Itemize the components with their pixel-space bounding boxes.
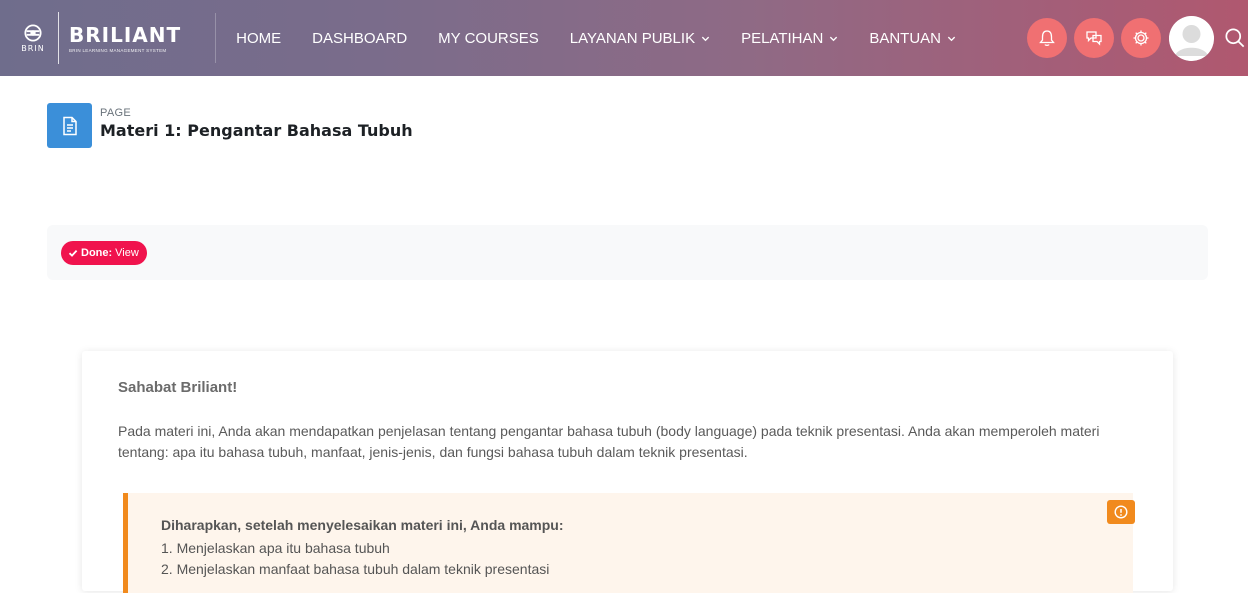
brand-divider — [58, 12, 59, 64]
brin-logo-text: BRIN — [21, 43, 45, 53]
content-greeting: Sahabat Briliant! — [118, 379, 238, 396]
completion-badge: Done: View — [61, 240, 147, 265]
nav-home[interactable]: HOME — [236, 30, 281, 47]
checkmark-icon — [68, 249, 78, 257]
objective-item: 1. Menjelaskan apa itu bahasa tubuh — [161, 540, 390, 556]
content-intro: Pada materi ini, Anda akan mendapatkan p… — [118, 423, 1100, 460]
user-avatar[interactable] — [1169, 15, 1214, 61]
callout-title: Diharapkan, setelah menyelesaikan materi… — [161, 517, 564, 533]
primary-nav: HOME DASHBOARD MY COURSES LAYANAN PUBLIK… — [236, 0, 987, 76]
nav-pelatihan[interactable]: PELATIHAN — [741, 30, 838, 47]
completion-info: Done: View — [47, 225, 1208, 280]
objectives-list: 1. Menjelaskan apa itu bahasa tubuh 2. M… — [161, 538, 549, 580]
objectives-callout: Diharapkan, setelah menyelesaikan materi… — [123, 493, 1135, 593]
nav-layanan-publik-label: LAYANAN PUBLIK — [569, 29, 696, 47]
chevron-down-icon — [830, 36, 838, 41]
brand-wordmark: BRILIANT BRIN LEARNING MANAGEMENT SYSTEM — [69, 24, 181, 53]
content-card: Sahabat Briliant! Pada materi ini, Anda … — [82, 351, 1173, 593]
search-icon — [1225, 28, 1245, 48]
activity-header: PAGE Materi 1: Pengantar Bahasa Tubuh — [47, 103, 413, 148]
page-meta: PAGE Materi 1: Pengantar Bahasa Tubuh — [100, 103, 413, 140]
settings-gear-icon — [1133, 30, 1149, 46]
user-avatar-icon — [1169, 15, 1214, 61]
chevron-down-icon — [947, 36, 956, 41]
top-navbar: BRIN BRILIANT BRIN LEARNING MANAGEMENT S… — [0, 0, 1248, 76]
brand-tagline: BRIN LEARNING MANAGEMENT SYSTEM — [69, 47, 167, 53]
nav-divider — [215, 13, 217, 63]
notification-button[interactable] — [1027, 18, 1067, 58]
page-title: Materi 1: Pengantar Bahasa Tubuh — [100, 121, 413, 140]
chevron-down-icon — [701, 36, 710, 41]
search-button[interactable] — [1222, 18, 1248, 58]
brand-name: BRILIANT — [69, 22, 182, 47]
callout-info-badge — [1107, 500, 1135, 524]
navbar-actions — [1027, 0, 1248, 76]
messages-button[interactable] — [1074, 18, 1114, 58]
notification-bell-icon — [1039, 30, 1055, 46]
nav-my-courses-label: MY COURSES — [438, 29, 539, 47]
nav-my-courses[interactable]: MY COURSES — [438, 30, 539, 47]
objective-item: 2. Menjelaskan manfaat bahasa tubuh dala… — [161, 561, 550, 577]
nav-bantuan[interactable]: BANTUAN — [869, 30, 956, 47]
nav-bantuan-label: BANTUAN — [869, 29, 942, 47]
brand[interactable]: BRIN BRILIANT BRIN LEARNING MANAGEMENT S… — [0, 0, 181, 76]
nav-pelatihan-label: PELATIHAN — [741, 29, 824, 47]
messages-icon — [1086, 31, 1102, 46]
nav-home-label: HOME — [236, 29, 282, 47]
document-icon — [62, 116, 77, 135]
completion-status: Done: — [81, 246, 113, 259]
brin-logo: BRIN — [16, 13, 50, 63]
completion-condition: View — [115, 246, 139, 259]
nav-layanan-publik[interactable]: LAYANAN PUBLIK — [570, 30, 710, 47]
page-icon-tile — [47, 103, 92, 148]
settings-button[interactable] — [1121, 18, 1161, 58]
nav-dashboard[interactable]: DASHBOARD — [312, 30, 407, 47]
activity-type-label: PAGE — [100, 107, 131, 119]
nav-dashboard-label: DASHBOARD — [312, 29, 408, 47]
info-circle-icon — [1114, 505, 1128, 519]
brin-emblem-icon — [24, 23, 42, 42]
